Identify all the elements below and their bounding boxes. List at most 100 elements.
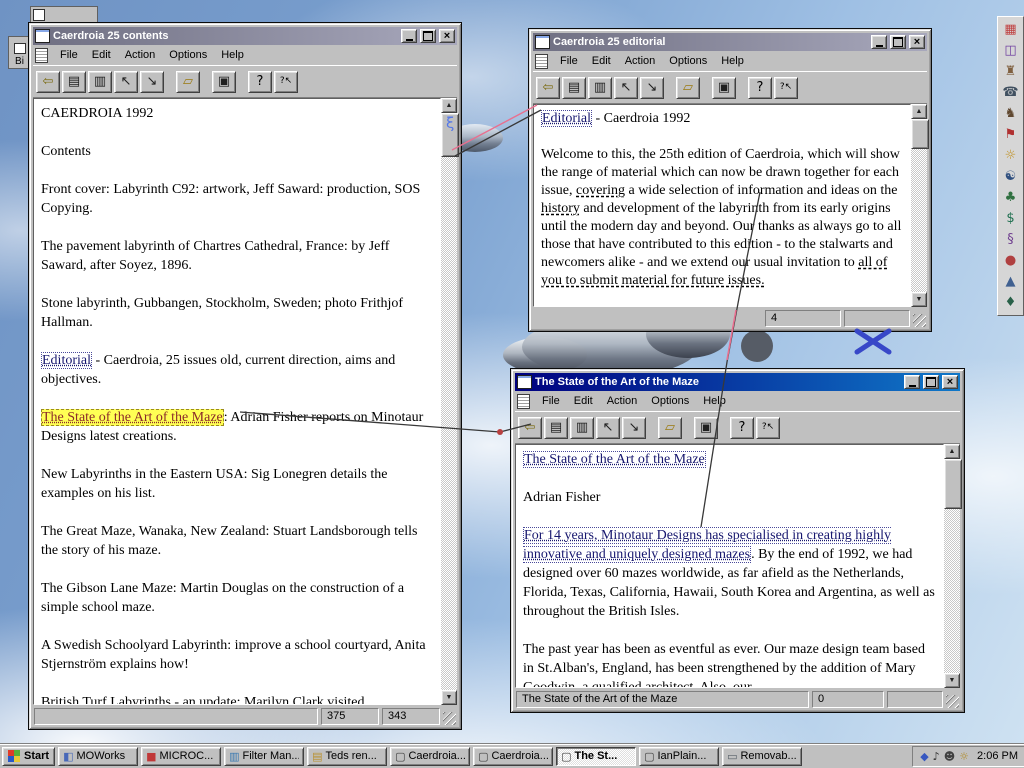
link-source-button[interactable]: ↖ — [114, 70, 138, 93]
task-button[interactable]: ▤ Teds ren... — [307, 746, 388, 766]
scroll-track[interactable] — [911, 119, 929, 292]
scroll-down-button[interactable]: ▼ — [911, 292, 927, 307]
hyperlink-boxed[interactable]: Editorial — [41, 352, 92, 369]
titlebar[interactable]: Caerdroia 25 editorial × — [533, 33, 927, 51]
copy-special-button[interactable]: ▥ — [588, 76, 612, 99]
pages-button[interactable]: ▣ — [694, 416, 718, 439]
volume-tray-icon[interactable]: ♪ — [933, 751, 940, 762]
menu-item[interactable]: Action — [618, 54, 663, 68]
task-button[interactable]: ▢ IanPlain... — [639, 746, 720, 766]
copy-button[interactable]: ▤ — [562, 76, 586, 99]
resize-grip[interactable] — [443, 712, 456, 725]
scroll-track[interactable] — [441, 113, 459, 690]
scroll-up-button[interactable]: ▲ — [944, 444, 960, 459]
vertical-scrollbar[interactable]: ▲ ▼ — [944, 444, 962, 688]
maximize-button[interactable] — [923, 375, 939, 389]
close-button[interactable]: × — [909, 35, 925, 49]
shortcut-money-icon[interactable]: $ — [1001, 209, 1021, 228]
menu-item[interactable]: Options — [662, 54, 714, 68]
task-button[interactable]: ▢ Caerdroia... — [390, 746, 471, 766]
link-target-button[interactable]: ↘ — [622, 416, 646, 439]
scroll-track[interactable] — [944, 459, 962, 673]
context-help-button[interactable]: ?↖ — [274, 70, 298, 93]
task-button[interactable]: ▭ Removab... — [722, 746, 803, 766]
resize-grip[interactable] — [913, 314, 926, 327]
menu-item[interactable]: Options — [644, 394, 696, 408]
close-button[interactable]: × — [942, 375, 958, 389]
minimize-button[interactable] — [401, 29, 417, 43]
menu-item[interactable]: Options — [162, 48, 214, 62]
back-button[interactable]: ⇦ — [518, 416, 542, 439]
scroll-thumb[interactable] — [911, 119, 929, 149]
close-button[interactable]: × — [439, 29, 455, 43]
maximize-button[interactable] — [890, 35, 906, 49]
minimize-button[interactable] — [904, 375, 920, 389]
help-button[interactable]: ? — [248, 70, 272, 93]
help-button[interactable]: ? — [730, 416, 754, 439]
open-file-button[interactable]: ▱ — [676, 76, 700, 99]
start-button[interactable]: Start — [2, 746, 56, 766]
menu-item[interactable]: Action — [600, 394, 645, 408]
shortcut-triangle-icon[interactable]: ▲ — [1001, 272, 1021, 291]
shortcut-phone-icon[interactable]: ☎ — [1001, 83, 1021, 102]
context-help-button[interactable]: ?↖ — [756, 416, 780, 439]
shortcut-grid-icon[interactable]: ▦ — [1001, 20, 1021, 39]
shortcut-section-icon[interactable]: § — [1001, 230, 1021, 249]
user-tray-icon[interactable]: ☻ — [944, 751, 955, 762]
titlebar[interactable]: Caerdroia 25 contents × — [33, 27, 457, 45]
open-file-button[interactable]: ▱ — [176, 70, 200, 93]
shortcut-yinyang-icon[interactable]: ☯ — [1001, 167, 1021, 186]
scroll-up-button[interactable]: ▲ — [441, 98, 457, 113]
menu-item[interactable]: Edit — [567, 394, 600, 408]
hyperlink-underlined[interactable]: covering — [576, 183, 625, 198]
link-source-button[interactable]: ↖ — [614, 76, 638, 99]
menu-item[interactable]: Help — [714, 54, 751, 68]
help-button[interactable]: ? — [748, 76, 772, 99]
hyperlink-highlighted[interactable]: The State of the Art of the Maze — [41, 409, 224, 426]
pages-button[interactable]: ▣ — [212, 70, 236, 93]
menu-item[interactable]: File — [553, 54, 585, 68]
copy-special-button[interactable]: ▥ — [570, 416, 594, 439]
back-button[interactable]: ⇦ — [36, 70, 60, 93]
link-source-button[interactable]: ↖ — [596, 416, 620, 439]
shortcut-diamond-icon[interactable]: ♦ — [1001, 293, 1021, 312]
scroll-thumb[interactable] — [441, 113, 459, 157]
vertical-scrollbar[interactable]: ▲ ▼ — [911, 104, 929, 307]
link-target-button[interactable]: ↘ — [140, 70, 164, 93]
copy-special-button[interactable]: ▥ — [88, 70, 112, 93]
resize-grip[interactable] — [946, 695, 959, 708]
menu-item[interactable]: File — [53, 48, 85, 62]
menu-item[interactable]: Edit — [85, 48, 118, 62]
shortcut-sun-icon[interactable]: ☼ — [1001, 146, 1021, 165]
shortcut-club-icon[interactable]: ♣ — [1001, 188, 1021, 207]
hyperlink-boxed[interactable]: Editorial — [541, 110, 592, 127]
minimize-button[interactable] — [871, 35, 887, 49]
shortcut-dot-icon[interactable]: ● — [1001, 251, 1021, 270]
scroll-up-button[interactable]: ▲ — [911, 104, 927, 119]
task-button[interactable]: ▢ The St... — [556, 746, 637, 766]
menu-item[interactable]: File — [535, 394, 567, 408]
task-button[interactable]: ◧ MOWorks — [58, 746, 139, 766]
maximize-button[interactable] — [420, 29, 436, 43]
shortcut-flag-icon[interactable]: ⚑ — [1001, 125, 1021, 144]
scheduler-tray-icon[interactable]: ☼ — [959, 751, 969, 762]
shortcut-knight-icon[interactable]: ♞ — [1001, 104, 1021, 123]
scroll-thumb[interactable] — [944, 459, 962, 509]
menu-item[interactable]: Help — [696, 394, 733, 408]
scroll-down-button[interactable]: ▼ — [441, 690, 457, 705]
task-button[interactable]: ■ MICROC... — [141, 746, 222, 766]
copy-button[interactable]: ▤ — [62, 70, 86, 93]
copy-button[interactable]: ▤ — [544, 416, 568, 439]
vertical-scrollbar[interactable]: ▲ ▼ — [441, 98, 459, 705]
back-button[interactable]: ⇦ — [536, 76, 560, 99]
link-target-button[interactable]: ↘ — [640, 76, 664, 99]
menu-item[interactable]: Help — [214, 48, 251, 62]
task-button[interactable]: ▢ Caerdroia... — [473, 746, 554, 766]
scroll-down-button[interactable]: ▼ — [944, 673, 960, 688]
hyperlink-underlined[interactable]: history — [541, 201, 580, 216]
context-help-button[interactable]: ?↖ — [774, 76, 798, 99]
display-tray-icon[interactable]: ◆ — [920, 751, 928, 762]
task-button[interactable]: ▥ Filter Man... — [224, 746, 305, 766]
shortcut-binder-icon[interactable]: ◫ — [1001, 41, 1021, 60]
shortcut-rook-icon[interactable]: ♜ — [1001, 62, 1021, 81]
